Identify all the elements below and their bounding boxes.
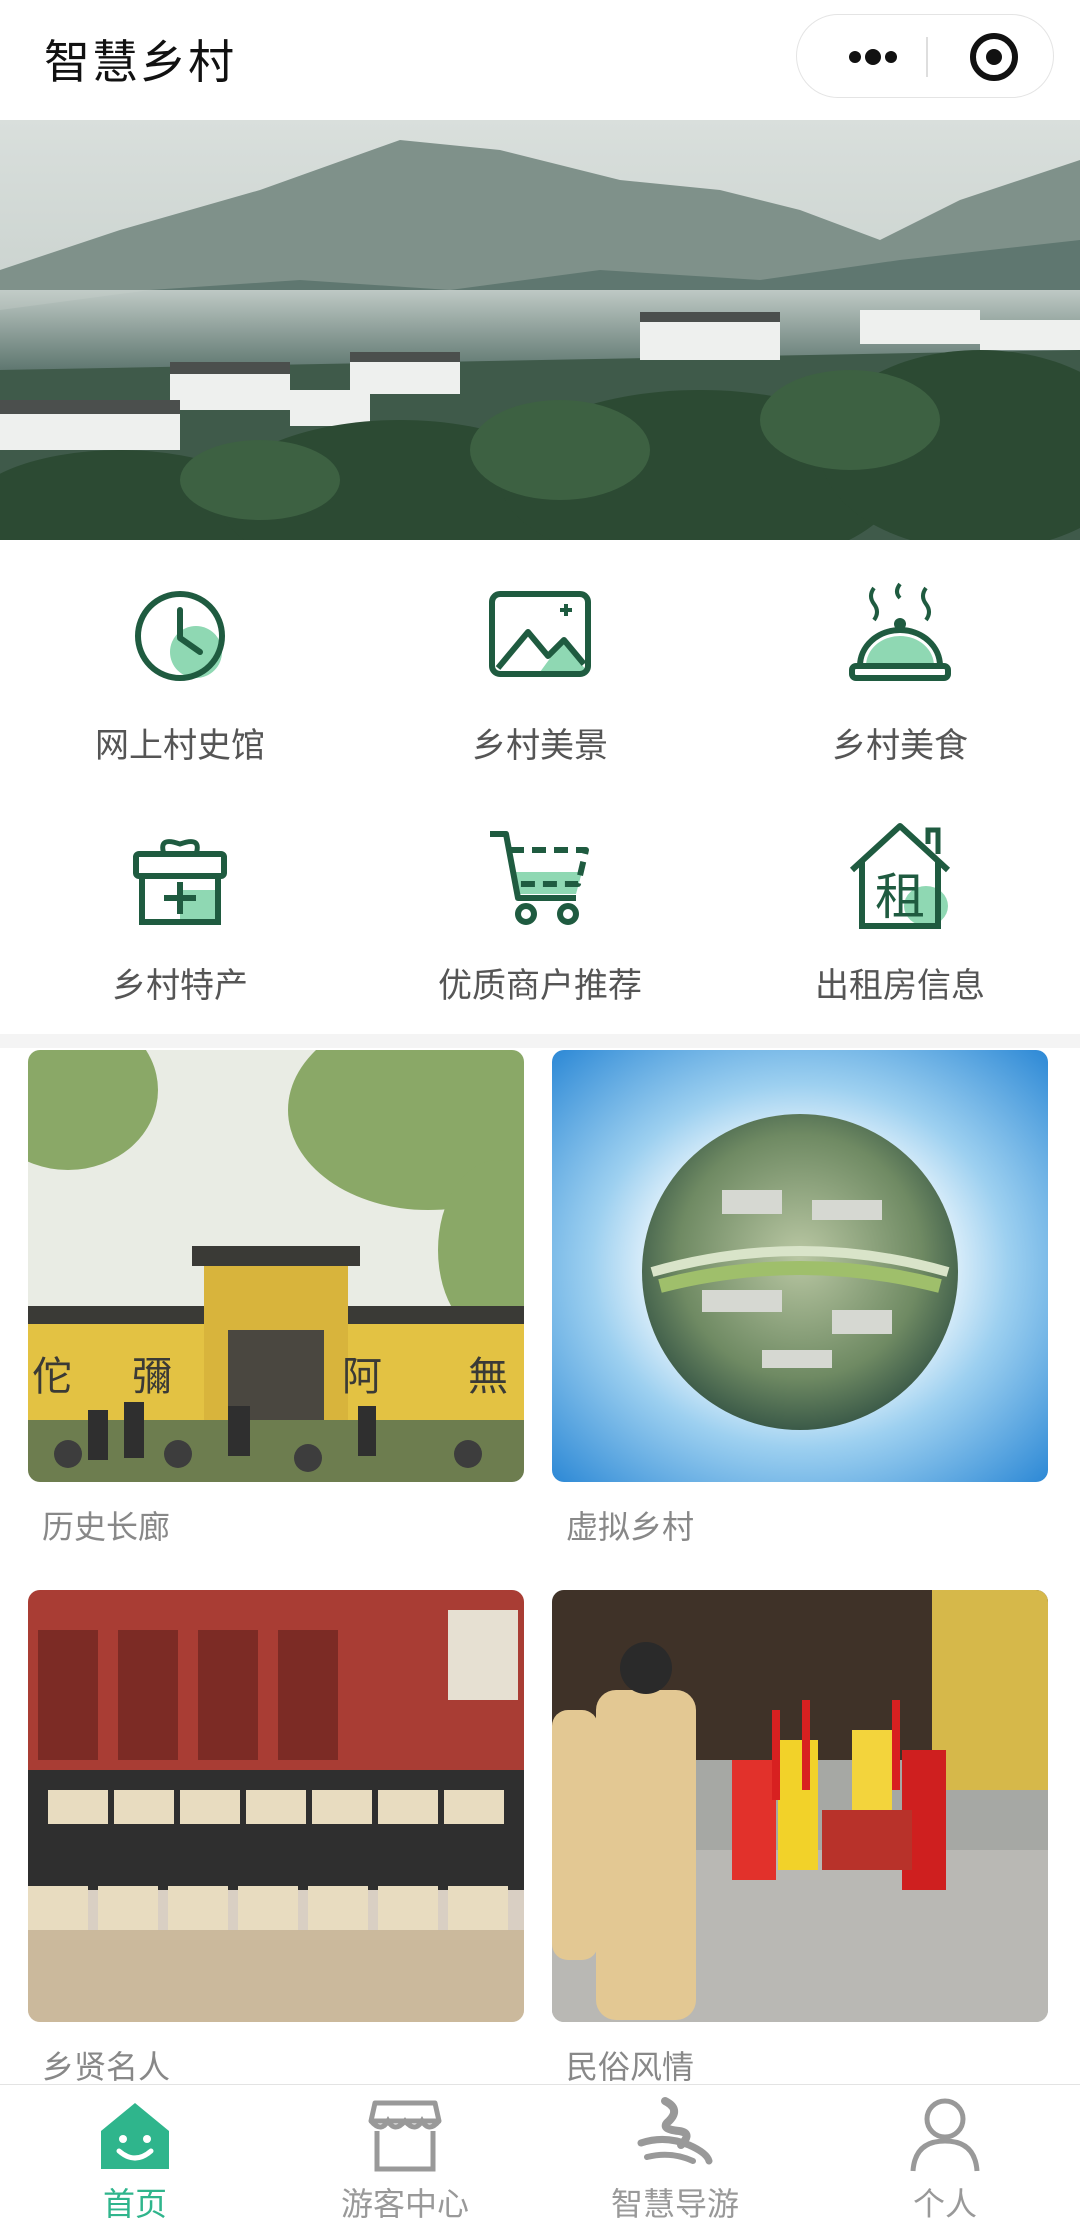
card-image: 佗彌 阿無: [28, 1050, 524, 1482]
banner-carousel[interactable]: [0, 120, 1080, 540]
menu-item-label: 网上村史馆: [95, 726, 265, 766]
menu-item-label: 乡村特产: [112, 966, 248, 1006]
svg-text:阿: 阿: [342, 1354, 382, 1400]
svg-text:佗: 佗: [32, 1354, 72, 1400]
card-notable-people[interactable]: 乡贤名人: [28, 1590, 524, 2088]
clock-icon: [124, 580, 236, 692]
target-icon[interactable]: [957, 15, 1031, 99]
svg-text:彌: 彌: [132, 1354, 172, 1400]
store-icon: [365, 2095, 445, 2175]
menu-item-merchants[interactable]: 优质商户推荐: [360, 792, 720, 1032]
guide-logo-icon: [635, 2095, 715, 2175]
tab-smart-guide[interactable]: 智慧导游: [540, 2085, 810, 2228]
card-virtual-village[interactable]: 虚拟乡村: [552, 1050, 1048, 1548]
nav-bar: 智慧乡村: [0, 0, 1080, 120]
card-history-gallery[interactable]: 佗 彌 阿 無 历史长廊: [28, 1050, 524, 1548]
food-dome-icon: [844, 580, 956, 692]
svg-text:租: 租: [875, 868, 925, 926]
menu-item-food[interactable]: 乡村美食: [720, 552, 1080, 792]
tab-profile[interactable]: 个人: [810, 2085, 1080, 2228]
menu-item-label: 乡村美景: [472, 726, 608, 766]
menu-item-specialty[interactable]: 乡村特产: [0, 792, 360, 1032]
tab-label: 智慧导游: [610, 2185, 739, 2223]
card-image: [552, 1050, 1048, 1482]
menu-item-rental[interactable]: 租 出租房信息: [720, 792, 1080, 1032]
person-icon: [905, 2095, 985, 2175]
svg-text:無: 無: [468, 1354, 508, 1400]
tab-visitor-center[interactable]: 游客中心: [270, 2085, 540, 2228]
more-dots-icon[interactable]: [827, 15, 919, 99]
tab-label: 游客中心: [340, 2185, 469, 2223]
card-caption: 乡贤名人: [42, 2048, 171, 2086]
rent-house-icon: 租: [844, 820, 956, 932]
menu-item-village-history[interactable]: 网上村史馆: [0, 552, 360, 792]
smiley-home-icon: [95, 2095, 175, 2175]
feature-grid: 网上村史馆 乡村美景 乡村美食 乡村特产 优质商户推荐 租 出租房信息: [0, 552, 1080, 1032]
card-folk-customs[interactable]: 民俗风情: [552, 1590, 1048, 2088]
card-image: [28, 1590, 524, 2022]
menu-item-label: 优质商户推荐: [438, 966, 642, 1006]
card-caption: 虚拟乡村: [566, 1508, 695, 1546]
card-caption: 历史长廊: [42, 1508, 171, 1546]
tab-label: 个人: [912, 2185, 977, 2223]
tab-label: 首页: [102, 2185, 167, 2223]
page-title: 智慧乡村: [44, 35, 236, 89]
tab-home[interactable]: 首页: [0, 2085, 270, 2228]
picture-icon: [484, 580, 596, 692]
tab-bar: 首页 游客中心 智慧导游 个人: [0, 2084, 1080, 2228]
shopping-cart-icon: [484, 820, 596, 932]
menu-item-label: 乡村美食: [832, 726, 968, 766]
mini-program-capsule: [796, 14, 1054, 98]
gift-box-icon: [124, 820, 236, 932]
card-image: [552, 1590, 1048, 2022]
card-caption: 民俗风情: [566, 2048, 695, 2086]
banner-image: [0, 120, 1080, 540]
menu-item-scenery[interactable]: 乡村美景: [360, 552, 720, 792]
capsule-divider: [926, 37, 928, 77]
section-divider: [0, 1034, 1080, 1048]
menu-item-label: 出租房信息: [815, 966, 985, 1006]
